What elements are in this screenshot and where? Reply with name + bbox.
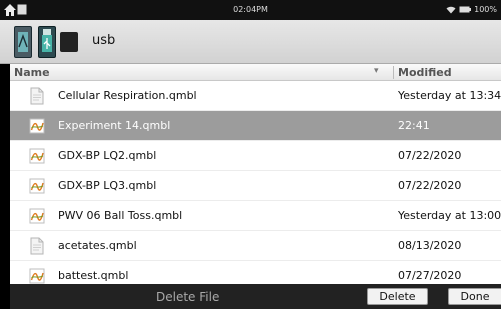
done-button[interactable]: Done — [448, 288, 501, 305]
column-name-header[interactable]: Name — [14, 66, 50, 79]
column-header: Name ▾ Modified — [10, 64, 501, 81]
file-modified: 07/27/2020 — [398, 269, 462, 282]
disconnected-device-icon[interactable] — [60, 32, 78, 52]
delete-button[interactable]: Delete — [367, 288, 428, 305]
bottom-bar: Delete File Delete Done — [10, 284, 501, 309]
current-path: usb — [92, 33, 116, 48]
location-bar: usb — [0, 20, 501, 64]
file-name: acetates.qmbl — [58, 239, 137, 252]
document-icon — [29, 87, 45, 105]
dialog-title: Delete File — [156, 290, 220, 304]
file-name: GDX-BP LQ2.qmbl — [58, 149, 157, 162]
clock: 02:04PM — [233, 5, 268, 14]
status-bar: 02:04PM 100% — [0, 0, 501, 20]
document-icon — [29, 237, 45, 255]
file-modified: 08/13/2020 — [398, 239, 462, 252]
device-icon[interactable] — [14, 26, 32, 58]
file-row[interactable]: Experiment 14.qmbl 22:41 — [10, 111, 501, 141]
column-modified-header[interactable]: Modified — [398, 66, 452, 79]
graph-file-icon — [29, 117, 45, 135]
battery-icon — [459, 6, 472, 13]
file-row[interactable]: acetates.qmbl 08/13/2020 — [10, 231, 501, 261]
file-modified: 07/22/2020 — [398, 179, 462, 192]
file-name: PWV 06 Ball Toss.qmbl — [58, 209, 183, 222]
battery-level: 100% — [474, 5, 497, 14]
file-row[interactable]: GDX-BP LQ3.qmbl 07/22/2020 — [10, 171, 501, 201]
file-row[interactable]: Cellular Respiration.qmbl Yesterday at 13… — [10, 81, 501, 111]
file-row[interactable]: PWV 06 Ball Toss.qmbl Yesterday at 13:00 — [10, 201, 501, 231]
graph-file-icon — [29, 147, 45, 165]
file-name: GDX-BP LQ3.qmbl — [58, 179, 157, 192]
file-modified: Yesterday at 13:34 — [398, 89, 501, 102]
file-list[interactable]: Name ▾ Modified Cellular Respiration.qmb… — [10, 64, 501, 284]
file-name: Cellular Respiration.qmbl — [58, 89, 197, 102]
file-modified: Yesterday at 13:00 — [398, 209, 501, 222]
wifi-icon — [446, 6, 456, 13]
graph-file-icon — [29, 177, 45, 195]
status-indicators: 100% — [446, 5, 497, 14]
file-name: battest.qmbl — [58, 269, 129, 282]
file-modified: 22:41 — [398, 119, 430, 132]
file-row[interactable]: GDX-BP LQ2.qmbl 07/22/2020 — [10, 141, 501, 171]
sort-indicator-icon[interactable]: ▾ — [374, 66, 379, 76]
graph-file-icon — [29, 207, 45, 225]
graph-file-icon — [29, 267, 45, 284]
file-modified: 07/22/2020 — [398, 149, 462, 162]
usb-drive-icon[interactable] — [38, 26, 56, 58]
column-divider[interactable] — [393, 66, 394, 79]
file-name: Experiment 14.qmbl — [58, 119, 171, 132]
file-row[interactable]: battest.qmbl 07/27/2020 — [10, 261, 501, 284]
